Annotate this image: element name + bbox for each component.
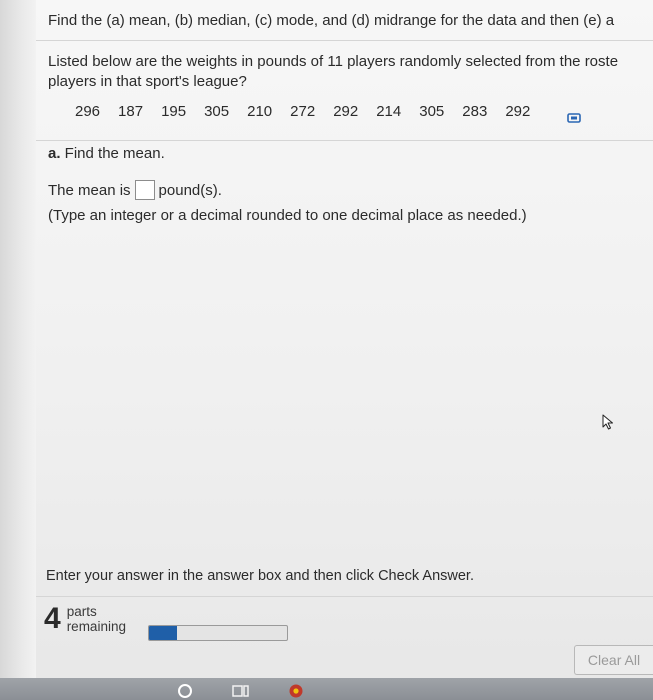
divider bbox=[36, 596, 653, 597]
instruction-text: Enter your answer in the answer box and … bbox=[46, 568, 474, 584]
part-text: Find the mean. bbox=[60, 145, 165, 162]
task-view-icon[interactable] bbox=[232, 683, 250, 699]
data-value: 272 bbox=[290, 103, 316, 120]
question-text: Find the (a) mean, (b) median, (c) mode,… bbox=[48, 12, 615, 29]
parts-count: 4 bbox=[44, 602, 61, 635]
progress-fill bbox=[149, 626, 177, 640]
data-value: 305 bbox=[419, 103, 445, 120]
prompt-line-1: Listed below are the weights in pounds o… bbox=[48, 53, 619, 70]
left-panel-edge bbox=[0, 0, 36, 700]
answer-hint: (Type an integer or a decimal rounded to… bbox=[48, 207, 527, 224]
data-value: 187 bbox=[118, 103, 144, 120]
search-circle-icon[interactable] bbox=[177, 683, 193, 699]
divider bbox=[36, 40, 653, 41]
parts-remaining: 4 parts remaining bbox=[44, 602, 126, 635]
problem-prompt: Listed below are the weights in pounds o… bbox=[48, 52, 618, 92]
data-value: 210 bbox=[247, 103, 273, 120]
part-letter: a. bbox=[48, 145, 61, 162]
clear-all-button[interactable]: Clear All bbox=[574, 645, 653, 675]
data-value: 283 bbox=[462, 103, 488, 120]
answer-suffix: pound(s). bbox=[158, 181, 222, 199]
prompt-line-2: players in that sport's league? bbox=[48, 73, 247, 90]
progress-bar bbox=[148, 625, 288, 641]
data-value: 195 bbox=[161, 103, 187, 120]
data-value: 292 bbox=[505, 103, 531, 120]
browser-icon[interactable] bbox=[288, 683, 304, 699]
data-value: 296 bbox=[75, 103, 101, 120]
data-value: 305 bbox=[204, 103, 230, 120]
copy-data-icon[interactable] bbox=[567, 112, 581, 124]
taskbar bbox=[0, 678, 653, 700]
mean-answer-input[interactable] bbox=[134, 180, 155, 200]
parts-label: parts remaining bbox=[67, 604, 126, 634]
part-a-heading: a. Find the mean. bbox=[48, 145, 165, 162]
parts-label-line-1: parts bbox=[66, 604, 97, 619]
data-value: 214 bbox=[376, 103, 402, 120]
answer-prefix: The mean is bbox=[48, 181, 131, 199]
data-values: 296 187 195 305 210 272 292 214 305 283 … bbox=[75, 103, 548, 120]
page: Find the (a) mean, (b) median, (c) mode,… bbox=[0, 0, 653, 700]
mouse-pointer-icon bbox=[602, 414, 613, 430]
data-value: 292 bbox=[333, 103, 359, 120]
divider bbox=[36, 140, 653, 141]
parts-label-line-2: remaining bbox=[66, 619, 126, 634]
answer-line: The mean is pound(s). bbox=[48, 180, 222, 200]
